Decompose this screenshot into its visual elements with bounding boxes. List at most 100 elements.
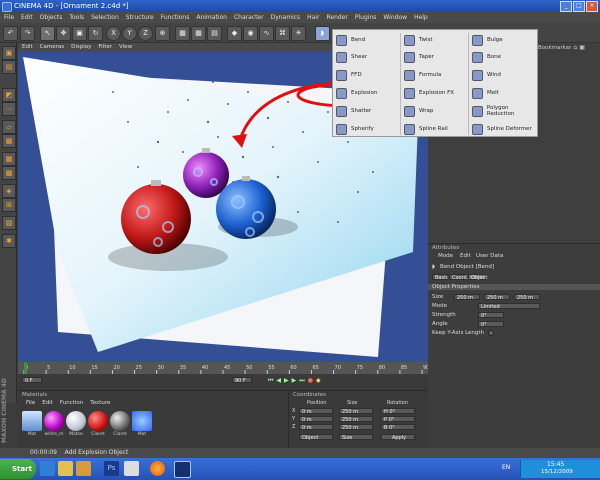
materials-menu-edit[interactable]: Edit	[42, 400, 53, 406]
menu-item-ffd[interactable]: FFD	[336, 68, 362, 82]
lock-icon[interactable]: ▣	[579, 44, 585, 52]
grid-icon[interactable]: ▦	[2, 152, 16, 166]
rotate-icon[interactable]: ↻	[88, 26, 103, 41]
viewport-menu-filter[interactable]: Filter	[98, 43, 112, 52]
materials-menu-file[interactable]: File	[26, 400, 35, 406]
materials-menu-function[interactable]: Function	[60, 400, 83, 406]
position-z-field[interactable]: 0 m	[299, 424, 333, 431]
menu-help[interactable]: Help	[414, 14, 428, 21]
size-x-field[interactable]: 250 m	[454, 294, 480, 301]
coord-mode-dropdown[interactable]: Object	[299, 434, 333, 441]
material-swatch[interactable]	[132, 411, 152, 431]
menu-character[interactable]: Character	[234, 14, 264, 21]
photoshop-icon[interactable]: Ps	[104, 461, 119, 476]
attributes-tab-user-data[interactable]: User Data	[476, 253, 503, 259]
y-axis-icon[interactable]: Y	[122, 26, 137, 41]
subtab-object[interactable]: Object	[468, 274, 487, 281]
menu-render[interactable]: Render	[327, 14, 348, 21]
playhead[interactable]	[24, 362, 27, 374]
menu-item-spline-deformer[interactable]: Spline Deformer	[472, 122, 532, 136]
menu-structure[interactable]: Structure	[126, 14, 154, 21]
clock-time[interactable]: 15:45	[547, 461, 564, 468]
subtab-coord[interactable]: Coord.	[449, 274, 468, 281]
keep-y-axis-checkbox[interactable]	[488, 330, 494, 336]
menu-animation[interactable]: Animation	[196, 14, 227, 21]
rotation-p-field[interactable]: P 0°	[381, 416, 415, 423]
menu-plugins[interactable]: Plugins	[355, 14, 377, 21]
spline-icon[interactable]: ∿	[259, 26, 274, 41]
render-view-icon[interactable]: ▦	[175, 26, 190, 41]
array-icon[interactable]: ⌘	[275, 26, 290, 41]
home-icon[interactable]: ⌂	[573, 44, 577, 52]
material-swatch[interactable]	[44, 411, 64, 431]
menu-item-bone[interactable]: Bone	[472, 50, 501, 64]
scene-icon[interactable]: ☀	[291, 26, 306, 41]
menu-window[interactable]: Window	[383, 14, 407, 21]
minimize-button[interactable]: _	[560, 1, 572, 12]
mode-dropdown[interactable]: Limited	[478, 303, 540, 310]
strength-field[interactable]: 0°	[478, 312, 504, 319]
menu-item-spline-rail[interactable]: Spline Rail	[404, 122, 448, 136]
move-icon[interactable]: ✥	[56, 26, 71, 41]
menu-dynamics[interactable]: Dynamics	[271, 14, 301, 21]
rotation-h-field[interactable]: H 0°	[381, 408, 415, 415]
viewport-menu-display[interactable]: Display	[71, 43, 91, 52]
size-y-field[interactable]: 250 m	[484, 294, 510, 301]
menu-item-bend[interactable]: Bend	[336, 33, 365, 47]
menu-hair[interactable]: Hair	[307, 14, 319, 21]
prev-frame-icon[interactable]: ◀	[276, 377, 281, 385]
subtab-basic[interactable]: Basic	[432, 274, 448, 281]
folder-icon[interactable]	[58, 461, 73, 476]
polygons-mode-icon[interactable]: ▦	[2, 134, 16, 148]
sculpt-icon[interactable]: ✱	[2, 234, 16, 248]
attributes-tab-edit[interactable]: Edit	[460, 253, 471, 259]
menu-item-twist[interactable]: Twist	[404, 33, 433, 47]
x-axis-icon[interactable]: X	[106, 26, 121, 41]
size-mode-dropdown[interactable]: Size	[339, 434, 373, 441]
app-icon[interactable]	[124, 461, 139, 476]
maximize-button[interactable]: □	[573, 1, 585, 12]
menu-tools[interactable]: Tools	[69, 14, 84, 21]
apply-button[interactable]: Apply	[381, 434, 415, 441]
start-frame-field[interactable]: 0 F	[22, 377, 42, 384]
menu-functions[interactable]: Functions	[161, 14, 190, 21]
model-mode-icon[interactable]: ▣	[2, 46, 16, 60]
tweak-icon[interactable]: ⊞	[2, 198, 16, 212]
play-icon[interactable]: ▶	[284, 377, 289, 385]
record-icon[interactable]: ●	[308, 377, 313, 385]
world-coords-icon[interactable]: ⊕	[155, 26, 170, 41]
viewport-menu-edit[interactable]: Edit	[22, 43, 33, 52]
firefox-icon[interactable]	[150, 461, 165, 476]
deformer-icon[interactable]: ◗	[315, 26, 330, 41]
first-frame-icon[interactable]: ⏮	[268, 377, 273, 385]
angle-field[interactable]: 0°	[478, 321, 504, 328]
app-icon[interactable]	[76, 461, 91, 476]
material-swatch[interactable]	[88, 411, 108, 431]
attributes-tab-mode[interactable]: Mode	[438, 253, 453, 259]
cube-icon[interactable]: ◆	[227, 26, 242, 41]
axis-icon[interactable]: ◈	[2, 184, 16, 198]
last-frame-icon[interactable]: ⏭	[299, 377, 304, 385]
menu-item-wrap[interactable]: Wrap	[404, 104, 433, 118]
render-picture-icon[interactable]: ▦	[191, 26, 206, 41]
menu-item-shatter[interactable]: Shatter	[336, 104, 371, 118]
render-settings-icon[interactable]: ▤	[207, 26, 222, 41]
cinema4d-taskbar-icon[interactable]	[174, 461, 191, 478]
position-y-field[interactable]: 0 m	[299, 416, 333, 423]
snap-icon[interactable]: ▩	[2, 166, 16, 180]
start-button[interactable]: Start	[0, 459, 36, 479]
menu-item-formula[interactable]: Formula	[404, 68, 441, 82]
close-button[interactable]: ×	[586, 1, 598, 12]
size-x-field[interactable]: 250 m	[339, 408, 373, 415]
menu-item-taper[interactable]: Taper	[404, 50, 434, 64]
menu-objects[interactable]: Objects	[40, 14, 63, 21]
menu-selection[interactable]: Selection	[91, 14, 119, 21]
object-mode-icon[interactable]: ▤	[2, 60, 16, 74]
redo-icon[interactable]: ↷	[20, 26, 35, 41]
menu-item-shear[interactable]: Shear	[336, 50, 367, 64]
materials-menu-texture[interactable]: Texture	[90, 400, 110, 406]
points-mode-icon[interactable]: ⋯	[2, 102, 16, 116]
viewport-menu-cameras[interactable]: Cameras	[40, 43, 64, 52]
menu-item-bulge[interactable]: Bulge	[472, 33, 503, 47]
menu-item-wind[interactable]: Wind	[472, 68, 501, 82]
